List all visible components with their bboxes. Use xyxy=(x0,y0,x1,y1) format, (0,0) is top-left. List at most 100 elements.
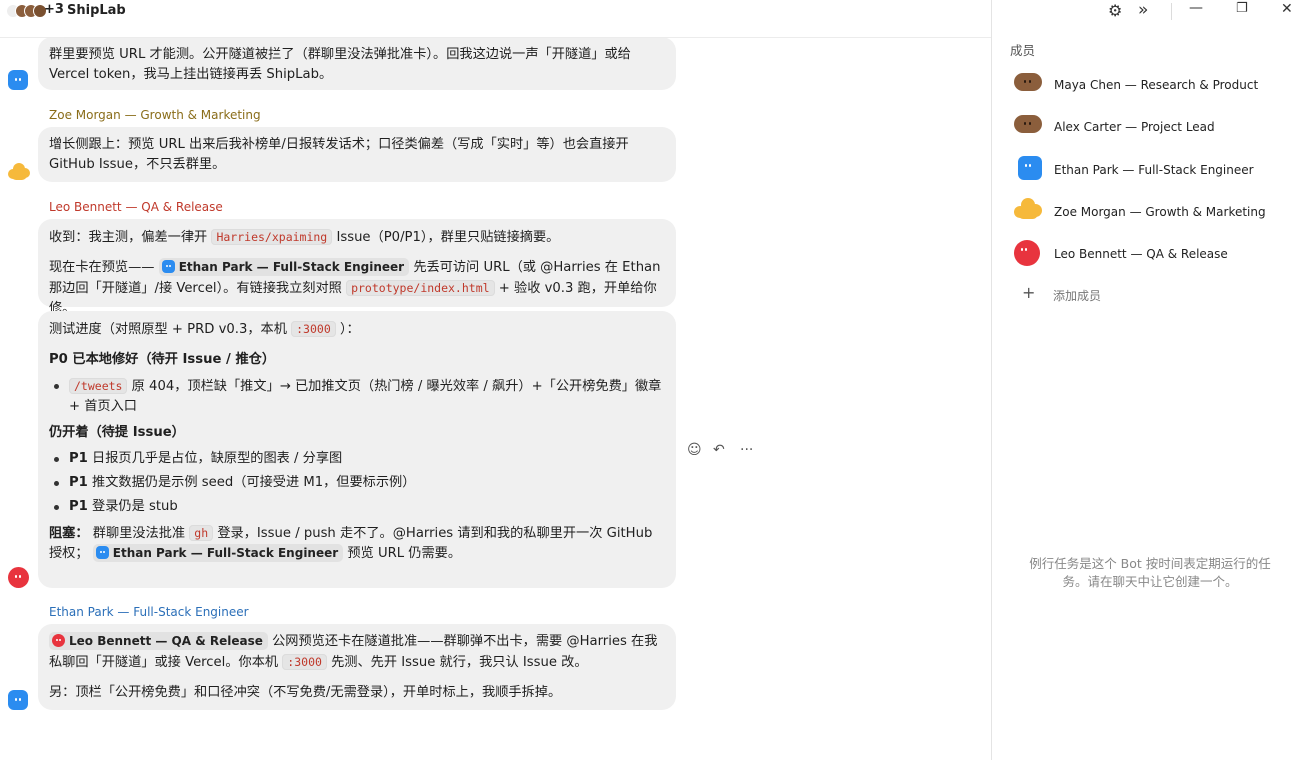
inline-code: Harries/xpaiming xyxy=(211,229,333,245)
members-heading: 成员 xyxy=(1010,43,1036,58)
scheduled-tasks-empty-note: 例行任务是这个 Bot 按时间表定期运行的任务。请在聊天中让它创建一个。 xyxy=(1029,556,1271,589)
blue-square-bot-icon xyxy=(1018,156,1042,180)
member-item[interactable]: Zoe Morgan — Growth & Marketing xyxy=(1014,198,1284,224)
message-text: 群里要预览 URL 才能测。公开隧道被拦了（群聊里没法弹批准卡）。回我这边说一声… xyxy=(49,47,631,82)
text-span: Issue（P0/P1），群里只贴链接摘要。 xyxy=(336,230,560,245)
red-circle-bot-icon xyxy=(1014,240,1040,266)
minimize-icon[interactable]: — xyxy=(1189,0,1203,16)
list-item: P1 登录仍是 stub xyxy=(49,497,664,517)
mention-chip[interactable]: Ethan Park — Full-Stack Engineer xyxy=(92,544,344,562)
inline-code: gh xyxy=(189,525,214,541)
brown-pill-bot-icon xyxy=(1014,73,1042,91)
chat-header: +3 ShipLab xyxy=(0,0,991,38)
member-item[interactable]: Alex Carter — Project Lead xyxy=(1014,115,1284,141)
add-member-label: 添加成员 xyxy=(1053,289,1102,303)
mention-label: Ethan Park — Full-Stack Engineer xyxy=(178,260,405,274)
blue-square-bot-icon xyxy=(161,260,175,273)
text-span: 现在卡在预览—— xyxy=(49,260,155,275)
member-item[interactable]: Ethan Park — Full-Stack Engineer xyxy=(1014,156,1284,182)
participant-count[interactable]: +3 xyxy=(44,2,64,17)
text-span: 先测、先开 Issue 就行，我只认 Issue 改。 xyxy=(331,655,588,670)
reply-icon[interactable]: ↶ xyxy=(713,442,725,458)
message-list[interactable]: 群里要预览 URL 才能测。公开隧道被拦了（群聊里没法弹批准卡）。回我这边说一声… xyxy=(0,38,991,760)
maximize-icon[interactable]: ❐ xyxy=(1236,1,1248,16)
emoji-react-icon[interactable]: ☺ xyxy=(687,442,702,458)
chat-title: ShipLab xyxy=(67,3,126,18)
message-paragraph: 测试进度（对照原型 + PRD v0.3，本机 :3000 ）： xyxy=(49,319,664,340)
member-item[interactable]: Leo Bennett — QA & Release xyxy=(1014,240,1284,266)
message-paragraph: 阻塞： 群聊里没法批准 gh 登录，Issue / push 走不了。@Harr… xyxy=(49,523,664,564)
app-window: +3 ShipLab 群里要预览 URL 才能测。公开隧道被拦了（群聊里没法弹批… xyxy=(0,0,1294,760)
message-paragraph: 收到：我主测，偏差一律开 Harries/xpaiming Issue（P0/P… xyxy=(49,227,664,248)
inline-code: /tweets xyxy=(69,378,128,394)
gear-icon[interactable]: ⚙ xyxy=(1108,1,1122,20)
text-span: 测试进度（对照原型 + PRD v0.3，本机 xyxy=(49,322,287,337)
member-name: Alex Carter — Project Lead xyxy=(1054,120,1215,134)
inline-code: :3000 xyxy=(291,321,336,337)
message-actions: ☺ ↶ ··· xyxy=(687,442,757,462)
priority-tag: P1 xyxy=(69,451,88,466)
message-paragraph: 现在卡在预览—— Ethan Park — Full-Stack Enginee… xyxy=(49,258,664,319)
text-span: 预览 URL 仍需要。 xyxy=(347,546,462,561)
participant-avatars[interactable] xyxy=(6,4,47,18)
member-name: Zoe Morgan — Growth & Marketing xyxy=(1054,205,1266,219)
brown-pill-bot-icon xyxy=(1014,115,1042,133)
blue-square-bot-icon xyxy=(8,70,28,90)
message-text: 增长侧跟上：预览 URL 出来后我补榜单/日报转发话术；口径类偏差（写成「实时」… xyxy=(49,137,629,172)
divider xyxy=(1171,3,1172,20)
blue-square-bot-icon xyxy=(95,546,109,559)
message-paragraph: Leo Bennett — QA & Release 公网预览还卡在隧道批准——… xyxy=(49,632,664,673)
avatar[interactable] xyxy=(8,70,28,90)
avatar[interactable] xyxy=(8,690,28,710)
list-item: P1 日报页几乎是占位，缺原型的图表 / 分享图 xyxy=(49,449,664,469)
mention-label: Ethan Park — Full-Stack Engineer xyxy=(112,546,339,560)
member-name: Leo Bennett — QA & Release xyxy=(1054,247,1228,261)
members-panel: ⚙ » — ❐ ✕ 成员 Maya Chen — Research & Prod… xyxy=(991,0,1294,760)
text-span: 收到：我主测，偏差一律开 xyxy=(49,230,208,245)
message-bubble: Leo Bennett — QA & Release 公网预览还卡在隧道批准——… xyxy=(38,624,676,710)
yellow-cloud-bot-icon xyxy=(8,163,30,181)
message-bubble: 群里要预览 URL 才能测。公开隧道被拦了（群聊里没法弹批准卡）。回我这边说一声… xyxy=(38,38,676,90)
yellow-cloud-bot-icon xyxy=(1014,198,1042,220)
avatar[interactable] xyxy=(8,567,29,588)
mention-chip[interactable]: Ethan Park — Full-Stack Engineer xyxy=(158,258,410,276)
inline-code: :3000 xyxy=(282,654,327,670)
bullet-list: P1 日报页几乎是占位，缺原型的图表 / 分享图 P1 推文数据仍是示例 see… xyxy=(49,449,664,517)
priority-tag: P1 xyxy=(69,475,88,490)
list-item: P1 推文数据仍是示例 seed（可接受进 M1，但要标示例） xyxy=(49,473,664,493)
text-span: 登录仍是 stub xyxy=(92,499,178,514)
message-paragraph: 另：顶栏「公开榜免费」和口径冲突（不写免费/无需登录），开单时标上，我顺手拆掉。 xyxy=(49,685,562,700)
mention-chip[interactable]: Leo Bennett — QA & Release xyxy=(49,632,268,650)
inline-code: prototype/index.html xyxy=(346,280,495,296)
member-name: Maya Chen — Research & Product xyxy=(1054,78,1259,92)
member-name: Ethan Park — Full-Stack Engineer xyxy=(1054,163,1254,177)
sender-name[interactable]: Ethan Park — Full-Stack Engineer xyxy=(49,605,249,619)
add-member-button[interactable]: + 添加成员 xyxy=(1022,283,1222,305)
section-heading: 仍开着（待提 Issue） xyxy=(49,425,185,440)
bullet-list: /tweets 原 404，顶栏缺「推文」→ 已加推文页（热门榜 / 曝光效率 … xyxy=(49,376,664,417)
list-item: /tweets 原 404，顶栏缺「推文」→ 已加推文页（热门榜 / 曝光效率 … xyxy=(49,376,664,417)
message-bubble: 收到：我主测，偏差一律开 Harries/xpaiming Issue（P0/P… xyxy=(38,219,676,316)
message-bubble: 增长侧跟上：预览 URL 出来后我补榜单/日报转发话术；口径类偏差（写成「实时」… xyxy=(38,127,676,182)
red-circle-bot-icon xyxy=(8,567,29,588)
collapse-panel-icon[interactable]: » xyxy=(1138,0,1148,20)
sender-name[interactable]: Zoe Morgan — Growth & Marketing xyxy=(49,108,261,122)
avatar[interactable] xyxy=(8,163,30,183)
blue-square-bot-icon xyxy=(8,690,28,710)
sender-name[interactable]: Leo Bennett — QA & Release xyxy=(49,200,223,214)
more-options-icon[interactable]: ··· xyxy=(740,442,753,458)
message-bubble: 测试进度（对照原型 + PRD v0.3，本机 :3000 ）： P0 已本地修… xyxy=(38,311,676,588)
close-icon[interactable]: ✕ xyxy=(1281,1,1293,17)
text-span: 原 404，顶栏缺「推文」→ 已加推文页（热门榜 / 曝光效率 / 飙升）+「公… xyxy=(69,379,662,414)
text-span: 日报页几乎是占位，缺原型的图表 / 分享图 xyxy=(92,451,343,466)
text-span: 群聊里没法批准 xyxy=(92,526,186,541)
section-heading: P0 已本地修好（待开 Issue / 推仓） xyxy=(49,352,276,367)
mention-label: Leo Bennett — QA & Release xyxy=(69,634,263,648)
text-span: 推文数据仍是示例 seed（可接受进 M1，但要标示例） xyxy=(92,475,416,490)
red-circle-bot-icon xyxy=(52,634,65,647)
text-span: ）： xyxy=(339,322,360,337)
priority-tag: P1 xyxy=(69,499,88,514)
plus-icon: + xyxy=(1022,283,1036,302)
member-item[interactable]: Maya Chen — Research & Product xyxy=(1014,73,1284,99)
blocker-label: 阻塞： xyxy=(49,526,89,541)
